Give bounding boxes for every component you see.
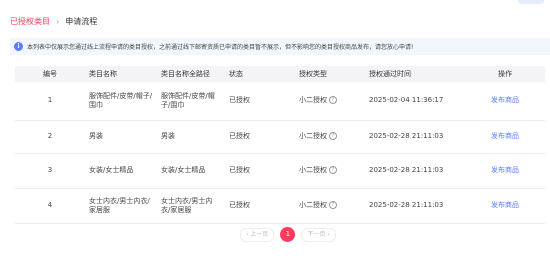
breadcrumb: 已授权类目 › 申请流程: [10, 17, 97, 27]
col-header-status: 状态: [229, 70, 243, 78]
row-id: 1: [47, 96, 53, 105]
publish-product-link[interactable]: 发布商品: [465, 120, 545, 153]
breadcrumb-separator: ›: [56, 17, 60, 26]
publish-product-link[interactable]: 发布商品: [465, 188, 545, 223]
row-auth-type: 小二授权: [299, 96, 327, 105]
row-status: 已授权: [229, 201, 250, 209]
row-path: 女装/女士精品: [161, 166, 206, 174]
authorization-table: 编号 类目名称 类目名称全路径 状态 授权类型 授权通过时间 操作 1 服饰配件…: [15, 66, 545, 224]
row-name: 女士内衣/男士内衣/家居服: [89, 196, 150, 214]
notice-banner: i 本列表中仅展示您通过线上流程申请的类目授权，之前通过线下邮寄资质已申请的类目…: [10, 38, 550, 55]
breadcrumb-parent[interactable]: 已授权类目: [10, 17, 50, 27]
prev-page-button[interactable]: ‹ 上一页: [240, 227, 275, 242]
row-name: 男装: [89, 132, 103, 140]
row-name: 服饰配件/皮带/帽子/围巾: [89, 91, 153, 109]
col-header-name: 类目名称: [89, 70, 117, 78]
row-time: 2025-02-28 21:11:03: [369, 132, 444, 140]
page-number-current[interactable]: 1: [280, 227, 296, 242]
help-icon[interactable]: ?: [329, 96, 337, 105]
help-icon[interactable]: ?: [329, 166, 337, 174]
pagination: ‹ 上一页 1 下一页 ›: [240, 227, 336, 242]
publish-product-link[interactable]: 发布商品: [465, 153, 545, 188]
row-auth-type-cell: 小二授权?: [295, 188, 365, 223]
table-header-row: 编号 类目名称 类目名称全路径 状态 授权类型 授权通过时间 操作: [15, 66, 545, 82]
row-time: 2025-02-28 21:11:03: [369, 166, 444, 174]
next-page-button[interactable]: 下一页 ›: [301, 227, 336, 242]
row-path: 男装: [161, 132, 175, 140]
help-icon[interactable]: ?: [329, 132, 337, 140]
row-status: 已授权: [229, 132, 250, 140]
col-header-id: 编号: [43, 70, 57, 78]
row-time: 2025-02-28 21:11:03: [369, 201, 444, 209]
publish-product-link[interactable]: 发布商品: [465, 82, 545, 120]
row-id: 4: [47, 201, 53, 209]
row-auth-type: 小二授权: [299, 166, 327, 174]
col-header-path: 类目名称全路径: [161, 70, 210, 78]
help-icon[interactable]: ?: [329, 201, 337, 209]
table-row: 4 女士内衣/男士内衣/家居服 女士内衣/男士内衣/家居服 已授权 小二授权? …: [15, 188, 545, 223]
row-status: 已授权: [229, 166, 250, 174]
row-auth-type-cell: 小二授权?: [295, 153, 365, 188]
col-header-time: 授权通过时间: [369, 70, 411, 78]
row-auth-type-cell: 小二授权?: [295, 82, 365, 120]
col-header-action: 操作: [498, 70, 512, 78]
table-row: 3 女装/女士精品 女装/女士精品 已授权 小二授权? 2025-02-28 2…: [15, 153, 545, 188]
col-header-auth-type: 授权类型: [299, 70, 327, 78]
table-row: 1 服饰配件/皮带/帽子/围巾 服饰配件/皮带/帽子/围巾 已授权 小二授权? …: [15, 82, 545, 120]
row-auth-type: 小二授权: [299, 201, 327, 209]
row-path: 服饰配件/皮带/帽子/围巾: [161, 91, 215, 109]
breadcrumb-current: 申请流程: [65, 17, 98, 26]
info-icon: i: [14, 42, 23, 51]
row-status: 已授权: [229, 96, 250, 105]
row-name: 女装/女士精品: [89, 166, 134, 174]
row-auth-type-cell: 小二授权?: [295, 120, 365, 153]
table-row: 2 男装 男装 已授权 小二授权? 2025-02-28 21:11:03 发布…: [15, 120, 545, 153]
row-id: 3: [47, 166, 53, 174]
notice-text: 本列表中仅展示您通过线上流程申请的类目授权，之前通过线下邮寄资质已申请的类目暂不…: [27, 44, 414, 51]
row-auth-type: 小二授权: [299, 132, 327, 140]
row-path: 女士内衣/男士内衣/家居服: [161, 196, 213, 214]
top-right-button[interactable]: [518, 0, 544, 4]
row-id: 2: [47, 132, 53, 140]
row-time: 2025-02-04 11:36:17: [369, 96, 444, 105]
